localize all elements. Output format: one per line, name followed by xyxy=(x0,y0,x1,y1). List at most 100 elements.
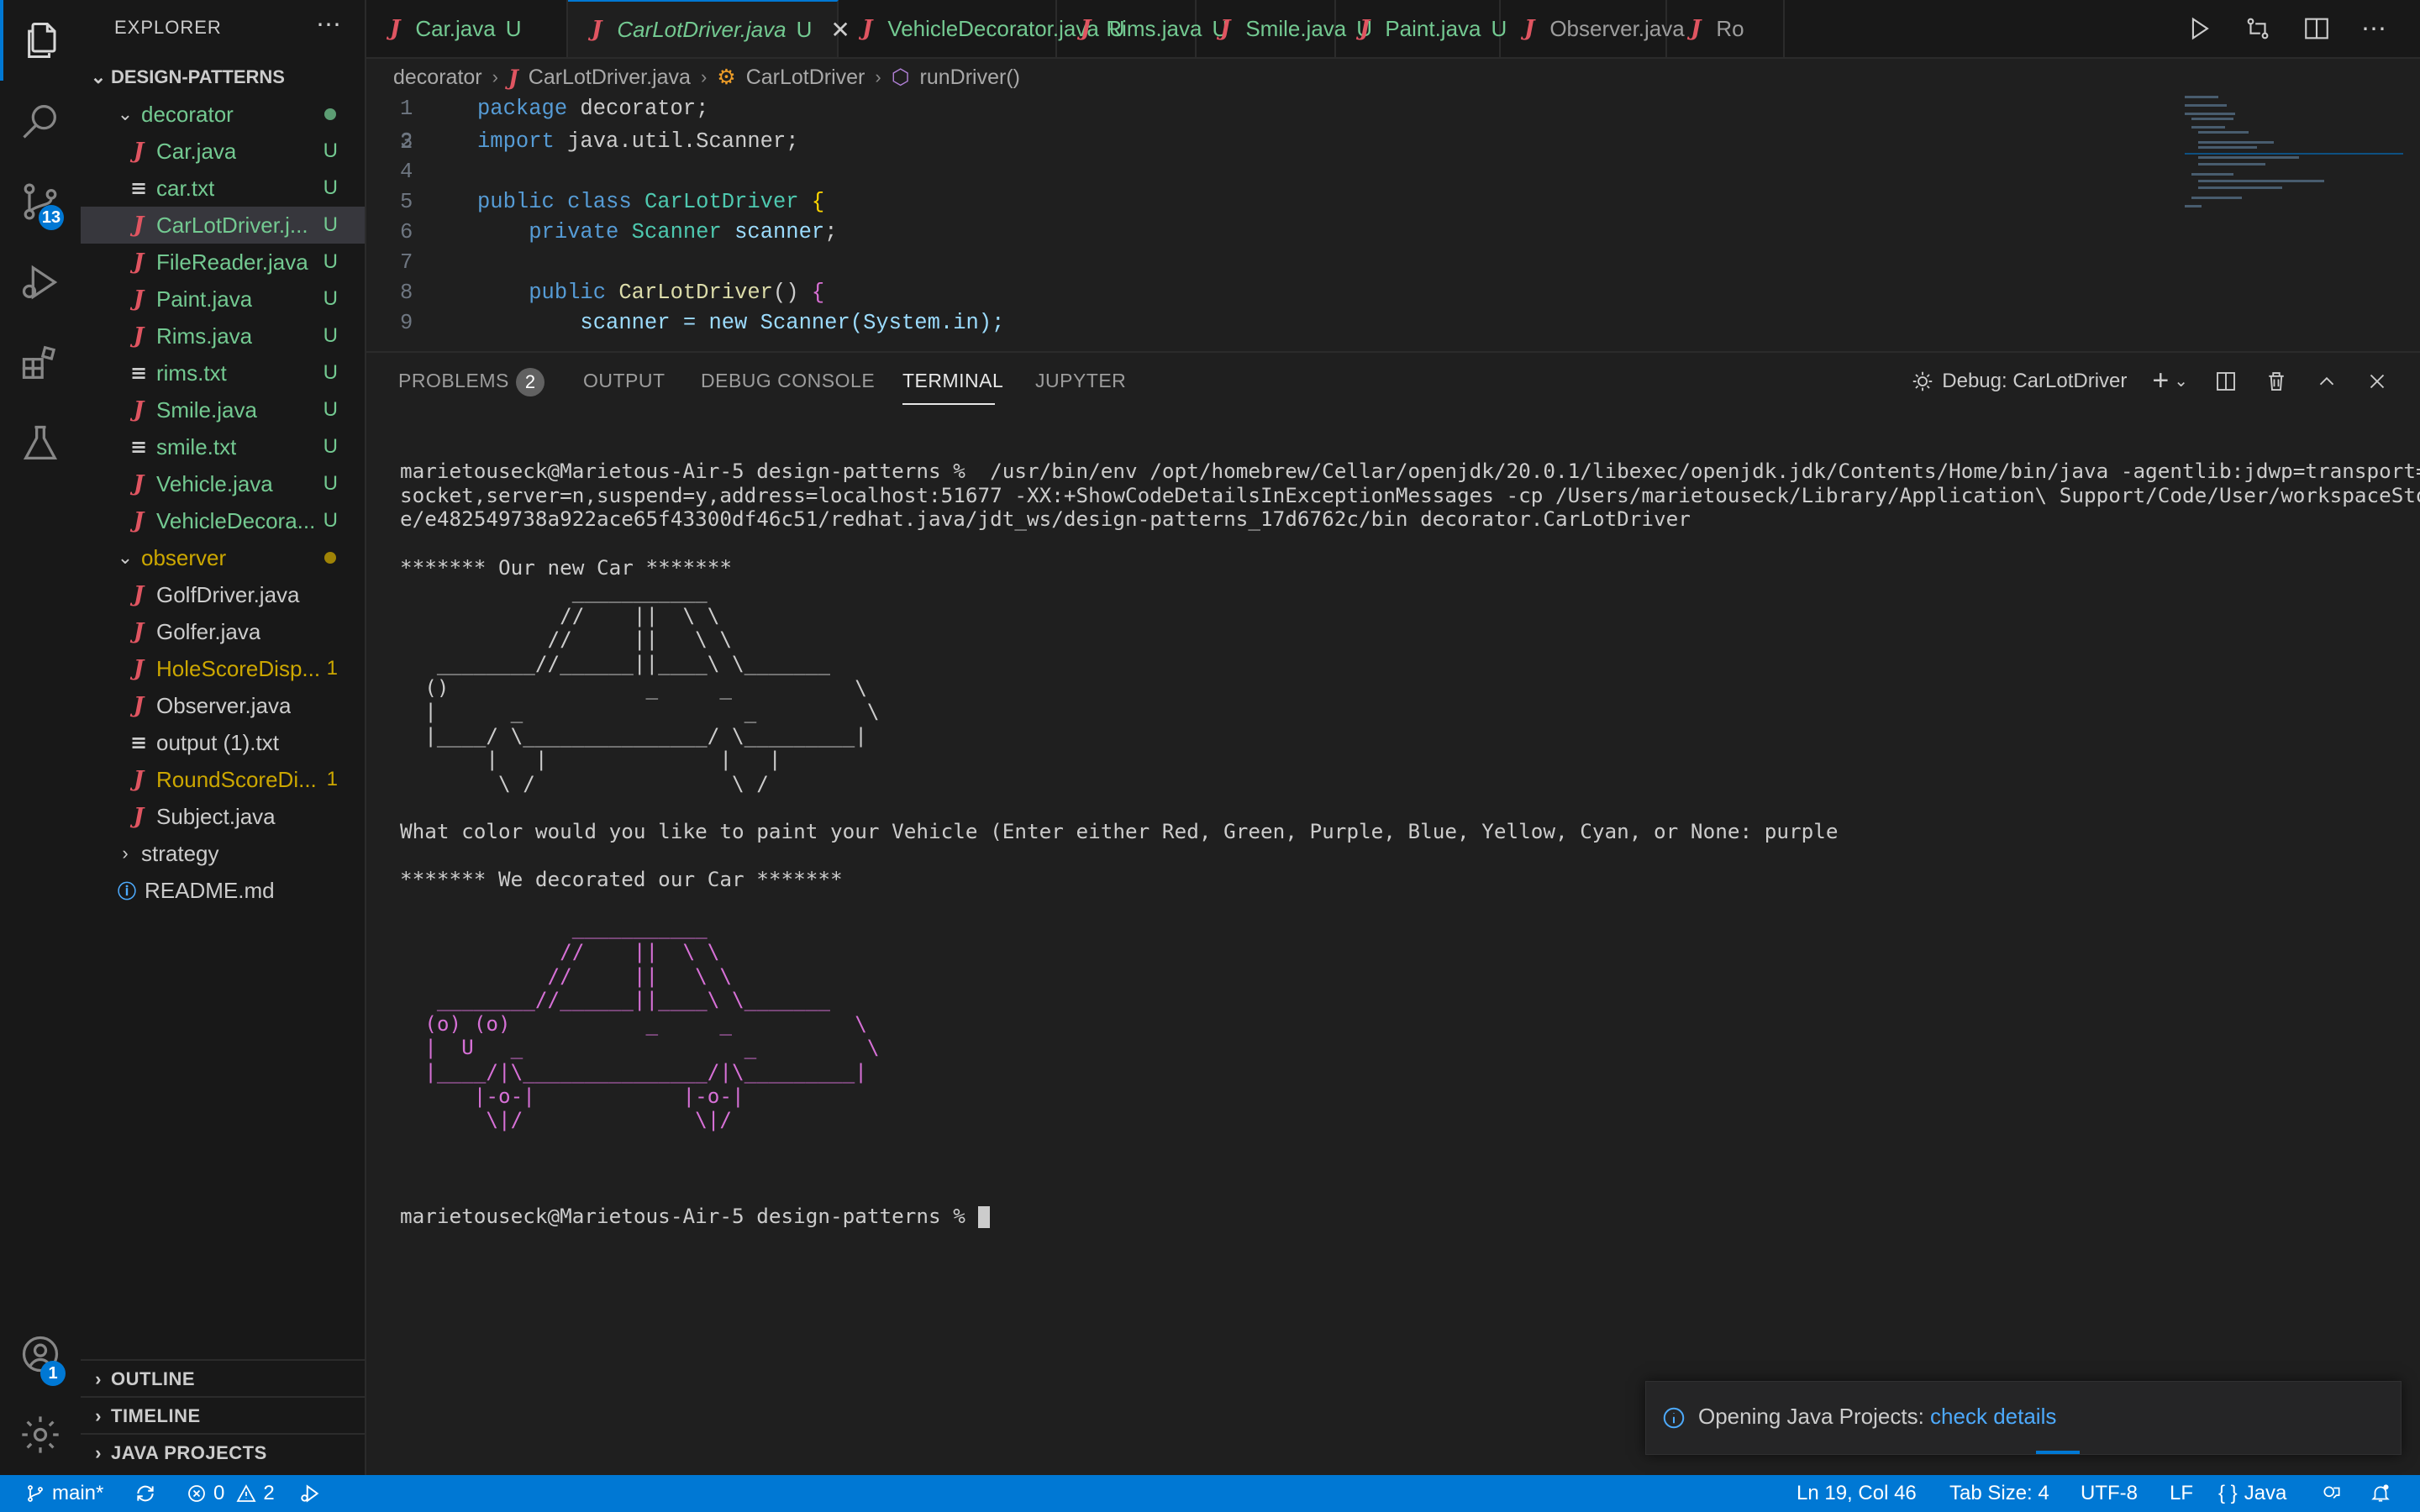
run-java-icon[interactable] xyxy=(2185,14,2213,43)
check-details-link[interactable]: check details xyxy=(1930,1404,2056,1429)
explorer-sidebar: EXPLORER ⋯ ⌄ DESIGN-PATTERNS ⌄ decorator J… xyxy=(81,0,366,1475)
tree-item[interactable]: J VehicleDecora... U xyxy=(81,502,365,539)
tree-item[interactable]: J Smile.java U xyxy=(81,391,365,428)
tree-item[interactable]: J RoundScoreDi... 1 xyxy=(81,761,365,798)
tab-output[interactable]: OUTPUT xyxy=(583,370,666,392)
terminal-instance-label[interactable]: Debug: CarLotDriver xyxy=(1942,370,2127,393)
line-number: 9 xyxy=(400,311,413,335)
git-status-badge: U xyxy=(323,213,338,236)
workspace-root[interactable]: ⌄ DESIGN-PATTERNS xyxy=(81,59,365,96)
more-actions-icon[interactable]: ⋯ xyxy=(2361,14,2386,44)
section-java-projects[interactable]: › JAVA PROJECTS xyxy=(81,1433,365,1472)
settings-gear-icon[interactable] xyxy=(0,1394,81,1475)
close-panel-icon[interactable] xyxy=(2365,369,2390,394)
language-mode[interactable]: { } Java xyxy=(2218,1475,2286,1512)
new-terminal-plus-icon[interactable]: + xyxy=(2152,365,2169,397)
notifications-bell-icon[interactable] xyxy=(2370,1475,2391,1512)
chevron-down-icon: ⌄ xyxy=(117,103,134,124)
accounts-icon[interactable]: 1 xyxy=(0,1314,81,1394)
breadcrumb-class[interactable]: CarLotDriver xyxy=(746,66,865,90)
tab-problems[interactable]: PROBLEMS xyxy=(398,370,509,392)
tree-item[interactable]: ≡ rims.txt U xyxy=(81,354,365,391)
tree-item[interactable]: J Paint.java U xyxy=(81,281,365,318)
tree-item[interactable]: J FileReader.java U xyxy=(81,244,365,281)
tab-jupyter[interactable]: JUPYTER xyxy=(1035,370,1126,392)
line-number: 1 xyxy=(400,97,413,121)
branch-indicator[interactable]: main* xyxy=(25,1475,103,1512)
editor-tab[interactable]: J Paint.java U xyxy=(1336,0,1507,57)
tree-item[interactable]: ≡ car.txt U xyxy=(81,170,365,207)
explorer-icon[interactable] xyxy=(0,0,84,81)
tree-item[interactable]: ≡ output (1).txt xyxy=(81,724,365,761)
tree-item-label: Subject.java xyxy=(156,803,276,829)
class-icon: ⚙ xyxy=(717,66,736,89)
more-actions-icon[interactable]: ⋯ xyxy=(316,10,341,39)
tree-item[interactable]: J Observer.java xyxy=(81,687,365,724)
line-endings[interactable]: LF xyxy=(2170,1475,2193,1512)
tree-item[interactable]: J Golfer.java xyxy=(81,613,365,650)
breadcrumb-folder[interactable]: decorator xyxy=(393,66,482,90)
editor-tab[interactable]: J Car.java U xyxy=(366,0,568,57)
editor-tab[interactable]: J CarLotDriver.java U ✕ xyxy=(568,0,850,57)
text-file-icon: ≡ xyxy=(129,435,148,459)
editor-tab[interactable]: J Ro xyxy=(1667,0,1785,57)
java-file-icon: J xyxy=(592,17,602,42)
tree-item[interactable]: ⓘ README.md xyxy=(81,872,365,909)
tree-item[interactable]: ⌄ observer xyxy=(81,539,365,576)
tree-item[interactable]: ≡ smile.txt U xyxy=(81,428,365,465)
tree-item[interactable]: ⌄ decorator xyxy=(81,96,365,133)
git-status-badge: U xyxy=(323,509,338,532)
git-status-badge: U xyxy=(323,398,338,421)
notification-toast[interactable]: Opening Java Projects: check details xyxy=(1645,1381,2402,1455)
terminal-output[interactable]: marietouseck@Marietous-Air-5 design-patt… xyxy=(400,412,2420,1276)
section-outline[interactable]: › OUTLINE xyxy=(81,1359,365,1398)
editor-tab[interactable]: J VehicleDecorator.java U xyxy=(839,0,1125,57)
tree-item[interactable]: J HoleScoreDisp... 1 xyxy=(81,650,365,687)
minimap[interactable] xyxy=(2185,94,2403,212)
code-token: import xyxy=(477,129,555,154)
java-file-icon: J xyxy=(133,286,145,312)
tree-item[interactable]: J Rims.java U xyxy=(81,318,365,354)
extensions-icon[interactable] xyxy=(0,323,81,403)
section-timeline[interactable]: › TIMELINE xyxy=(81,1396,365,1435)
source-control-icon[interactable]: 13 xyxy=(0,161,81,242)
tree-item[interactable]: J Subject.java xyxy=(81,798,365,835)
java-file-icon: J xyxy=(133,656,145,681)
tab-terminal[interactable]: TERMINAL xyxy=(902,370,1003,392)
split-editor-icon[interactable] xyxy=(2302,14,2331,43)
problems-indicator[interactable]: 0 2 xyxy=(187,1475,275,1512)
editor-tab[interactable]: J Smile.java U xyxy=(1197,0,1372,57)
editor-tab[interactable]: J Rims.java U xyxy=(1057,0,1228,57)
tree-item[interactable]: J Vehicle.java U xyxy=(81,465,365,502)
cursor-position[interactable]: Ln 19, Col 46 xyxy=(1797,1475,1917,1512)
chevron-down-icon[interactable]: ⌄ xyxy=(2174,370,2188,391)
tree-item[interactable]: › strategy xyxy=(81,835,365,872)
encoding[interactable]: UTF-8 xyxy=(2081,1475,2138,1512)
trash-icon[interactable] xyxy=(2264,369,2289,394)
testing-flask-icon[interactable] xyxy=(0,403,81,484)
git-status-badge: U xyxy=(505,15,522,41)
editor-tab[interactable]: J Observer.java xyxy=(1501,0,1685,57)
breadcrumb-file[interactable]: CarLotDriver.java xyxy=(529,66,691,90)
tree-item[interactable]: J Car.java U xyxy=(81,133,365,170)
git-status-badge: U xyxy=(323,361,338,384)
maximize-panel-icon[interactable] xyxy=(2314,369,2339,394)
info-icon xyxy=(1663,1407,1685,1429)
breadcrumb-method[interactable]: runDriver() xyxy=(920,66,1020,90)
git-branch-icon xyxy=(28,1485,43,1502)
search-icon[interactable] xyxy=(0,81,81,161)
workspace-root-label: DESIGN-PATTERNS xyxy=(111,66,285,87)
sync-icon[interactable] xyxy=(134,1475,156,1512)
git-status-badge: U xyxy=(323,139,338,162)
tab-debug-console[interactable]: DEBUG CONSOLE xyxy=(701,370,875,392)
feedback-icon[interactable] xyxy=(2321,1475,2343,1512)
tree-item[interactable]: J GolfDriver.java xyxy=(81,576,365,613)
tree-item[interactable]: J CarLotDriver.j... U xyxy=(81,207,365,244)
code-editor[interactable]: 1 package decorator; 2 3 import java.util.… xyxy=(366,94,2420,351)
split-terminal-icon[interactable] xyxy=(2213,369,2238,394)
debug-launch-icon[interactable] xyxy=(299,1475,321,1512)
run-debug-icon[interactable] xyxy=(0,242,81,323)
compare-changes-icon[interactable] xyxy=(2244,14,2272,43)
terminal-line: |____/ \_______________/ \_________| xyxy=(400,722,867,748)
tab-size[interactable]: Tab Size: 4 xyxy=(1949,1475,2049,1512)
